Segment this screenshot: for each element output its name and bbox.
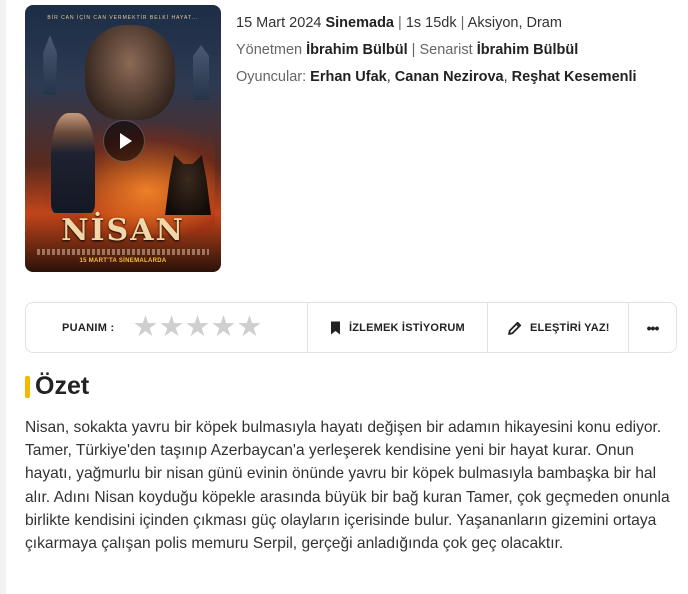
star-icon[interactable]: ★ [133,313,159,342]
poster-police-figure [51,113,95,213]
poster-tagline: BİR CAN İÇİN CAN VERMEKTİR BELKİ HAYAT..… [47,15,199,21]
trailer-play-button[interactable] [103,120,145,162]
cast-link[interactable]: Erhan Ufak [310,69,387,85]
cast-link[interactable]: Canan Nezirova [395,69,504,85]
bookmark-icon [330,321,341,335]
star-icon[interactable]: ★ [159,313,185,342]
star-icon[interactable]: ★ [185,313,211,342]
summary-title: Özet [35,372,90,400]
poster-face-graphic [85,25,175,120]
poster-credits-block [37,249,209,255]
rating-stars: ★ ★ ★ ★ ★ [133,313,263,342]
star-icon[interactable]: ★ [237,313,263,342]
watchlist-label: İZLEMEK İSTİYORUM [349,321,465,334]
writer-label: Senarist [419,42,473,58]
duration: 1s 15dk [405,15,457,31]
movie-info: 15 Mart 2024 Sinemada | 1s 15dk | Aksiyo… [236,10,637,91]
cast-label: Oyuncular: [236,69,307,85]
release-date: 15 Mart 2024 [236,15,322,31]
action-bar: PUANIM : ★ ★ ★ ★ ★ İZLEMEK İSTİYORUM ELE… [25,302,677,353]
summary-header: Özet [25,372,89,401]
poster-title: NİSAN [61,213,185,248]
watchlist-button[interactable]: İZLEMEK İSTİYORUM [308,303,488,352]
release-venue[interactable]: Sinemada [325,15,394,31]
poster-building-graphic [193,45,209,100]
writer-link[interactable]: İbrahim Bülbül [477,42,579,58]
write-review-button[interactable]: ELEŞTİRİ YAZ! [488,303,629,352]
more-options-button[interactable]: ••• [629,303,676,352]
poster-tower-graphic [43,35,57,95]
write-review-label: ELEŞTİRİ YAZ! [530,321,610,334]
rating-section: PUANIM : ★ ★ ★ ★ ★ [26,303,308,352]
star-icon[interactable]: ★ [211,313,237,342]
summary-text: Nisan, sokakta yavru bir köpek bulmasıyl… [25,419,670,553]
director-label: Yönetmen [236,42,303,58]
crew-row: Yönetmen İbrahim Bülbül | Senarist İbrah… [236,42,579,58]
cast-link[interactable]: Reşhat Kesemenli [512,69,637,85]
rating-label: PUANIM : [62,321,115,334]
left-edge-strip [0,0,6,594]
cast-row: Oyuncular: Erhan Ufak, Canan Nezirova, R… [236,69,637,85]
director-link[interactable]: İbrahim Bülbül [306,42,408,58]
release-row: 15 Mart 2024 Sinemada | 1s 15dk | Aksiyo… [236,15,562,31]
poster-release-banner: 15 MART'TA SİNEMALARDA [79,258,167,264]
play-icon [120,133,132,149]
more-options-icon: ••• [646,319,660,336]
summary-accent-bar [25,375,30,398]
genres: Aksiyon, Dram [467,15,562,31]
pencil-icon [508,321,522,335]
